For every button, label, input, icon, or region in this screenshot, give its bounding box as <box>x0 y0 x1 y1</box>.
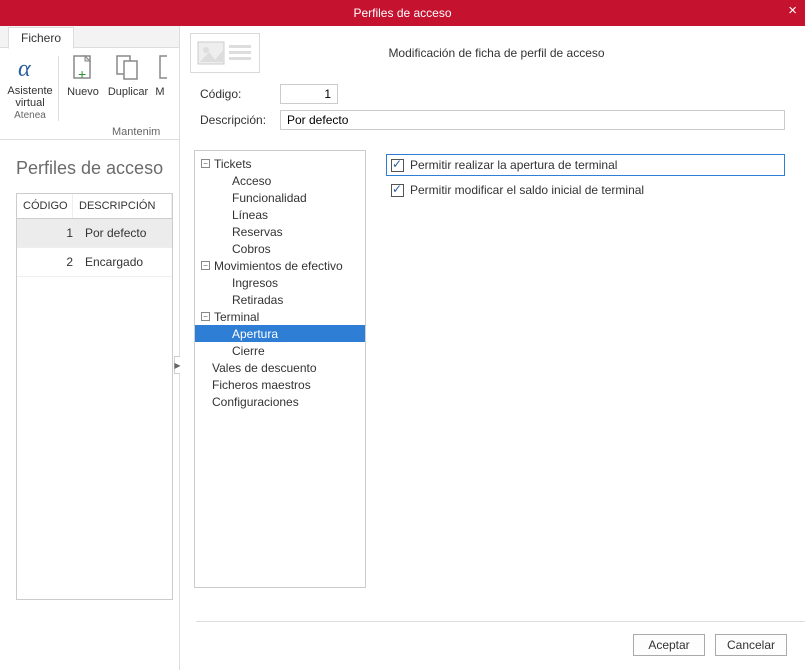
cell-descripcion: Encargado <box>79 255 166 269</box>
tree-item[interactable]: Retiradas <box>195 291 365 308</box>
tree-toggle-icon[interactable]: − <box>201 261 210 270</box>
tree-item[interactable]: Vales de descuento <box>195 359 365 376</box>
asistente-virtual-button[interactable]: α Asistente virtual Atenea <box>6 52 54 139</box>
tree-item-label: Ficheros maestros <box>212 378 311 392</box>
close-icon[interactable]: × <box>788 2 797 19</box>
tree-item-label: Líneas <box>232 208 268 222</box>
tree-item-label: Cobros <box>232 242 271 256</box>
aceptar-button[interactable]: Aceptar <box>633 634 705 656</box>
dialog-pane: ▶ Modificación de ficha de perfil de acc… <box>180 26 805 670</box>
duplicar-label: Duplicar <box>108 86 148 98</box>
main-window-left: Fichero α Asistente virtual Atenea + Nue… <box>0 26 180 670</box>
permission-row[interactable]: Permitir modificar el saldo inicial de t… <box>386 179 785 201</box>
tree-item[interactable]: Líneas <box>195 206 365 223</box>
tree-item-label: Vales de descuento <box>212 361 317 375</box>
tree-item[interactable]: −Movimientos de efectivo <box>195 257 365 274</box>
table-row[interactable]: 1Por defecto <box>17 219 172 248</box>
tree-item-label: Ingresos <box>232 276 278 290</box>
ribbon-group-label: Mantenim <box>112 126 160 138</box>
tab-fichero[interactable]: Fichero <box>8 27 74 49</box>
tree-item-label: Terminal <box>214 310 259 324</box>
dialog-footer: Aceptar Cancelar <box>633 634 787 656</box>
col-descripcion-header[interactable]: DESCRIPCIÓN <box>73 194 172 218</box>
asistente-sub: Atenea <box>14 110 46 121</box>
duplicate-icon <box>112 52 144 84</box>
table-row[interactable]: 2Encargado <box>17 248 172 277</box>
m-label: M <box>155 86 164 98</box>
divider <box>196 621 805 622</box>
tree-item[interactable]: −Tickets <box>195 155 365 172</box>
doc-icon <box>153 52 167 84</box>
permission-row[interactable]: Permitir realizar la apertura de termina… <box>386 154 785 176</box>
col-codigo-header[interactable]: CÓDIGO <box>17 194 73 218</box>
tree-item[interactable]: Apertura <box>195 325 365 342</box>
splitter-handle[interactable]: ▶ <box>174 356 180 374</box>
tree-toggle-icon[interactable]: − <box>201 312 210 321</box>
tree-item[interactable]: Funcionalidad <box>195 189 365 206</box>
svg-text:+: + <box>78 66 86 82</box>
checkbox[interactable] <box>391 184 404 197</box>
dialog-header: Modificación de ficha de perfil de acces… <box>180 26 805 80</box>
tab-strip: Fichero <box>0 26 179 48</box>
tree-item-label: Cierre <box>232 344 265 358</box>
tree-panel[interactable]: −TicketsAccesoFuncionalidadLíneasReserva… <box>194 150 366 588</box>
cell-codigo: 1 <box>23 226 79 240</box>
tree-item-label: Tickets <box>214 157 252 171</box>
permissions-panel: Permitir realizar la apertura de termina… <box>366 150 785 588</box>
new-doc-icon: + <box>67 52 99 84</box>
tree-item-label: Apertura <box>232 327 278 341</box>
page-title: Perfiles de acceso <box>0 140 179 193</box>
tree-item-label: Configuraciones <box>212 395 299 409</box>
window-title: Perfiles de acceso <box>353 6 451 20</box>
tree-item[interactable]: Cierre <box>195 342 365 359</box>
tree-item-label: Acceso <box>232 174 271 188</box>
tree-item[interactable]: −Terminal <box>195 308 365 325</box>
cell-descripcion: Por defecto <box>79 226 166 240</box>
descripcion-input[interactable] <box>280 110 785 130</box>
tree-item[interactable]: Ficheros maestros <box>195 376 365 393</box>
tree-item[interactable]: Configuraciones <box>195 393 365 410</box>
tree-toggle-icon[interactable]: − <box>201 159 210 168</box>
grid-header: CÓDIGO DESCRIPCIÓN <box>17 194 172 219</box>
cell-codigo: 2 <box>23 255 79 269</box>
tree-item[interactable]: Acceso <box>195 172 365 189</box>
codigo-input[interactable] <box>280 84 338 104</box>
descripcion-label: Descripción: <box>200 113 280 127</box>
tree-item[interactable]: Ingresos <box>195 274 365 291</box>
permission-label: Permitir realizar la apertura de termina… <box>410 158 617 172</box>
title-bar: Perfiles de acceso × <box>0 0 805 26</box>
tree-item[interactable]: Reservas <box>195 223 365 240</box>
codigo-label: Código: <box>200 87 280 101</box>
cancelar-button[interactable]: Cancelar <box>715 634 787 656</box>
asistente-label: Asistente virtual <box>6 86 54 109</box>
form-area: Código: Descripción: <box>180 80 805 130</box>
ribbon: α Asistente virtual Atenea + Nuevo Dupli… <box>0 48 179 140</box>
tree-item-label: Funcionalidad <box>232 191 307 205</box>
tree-item[interactable]: Cobros <box>195 240 365 257</box>
checkbox[interactable] <box>391 159 404 172</box>
tree-item-label: Retiradas <box>232 293 283 307</box>
dialog-title: Modificación de ficha de perfil de acces… <box>278 46 805 60</box>
nuevo-button[interactable]: + Nuevo <box>63 52 103 139</box>
permission-label: Permitir modificar el saldo inicial de t… <box>410 183 644 197</box>
nuevo-label: Nuevo <box>67 86 99 98</box>
profiles-grid: CÓDIGO DESCRIPCIÓN 1Por defecto2Encargad… <box>16 193 173 600</box>
alpha-icon: α <box>14 52 46 84</box>
dialog-icon <box>190 33 260 73</box>
tree-item-label: Movimientos de efectivo <box>214 259 343 273</box>
tree-item-label: Reservas <box>232 225 283 239</box>
svg-text:α: α <box>18 56 31 82</box>
